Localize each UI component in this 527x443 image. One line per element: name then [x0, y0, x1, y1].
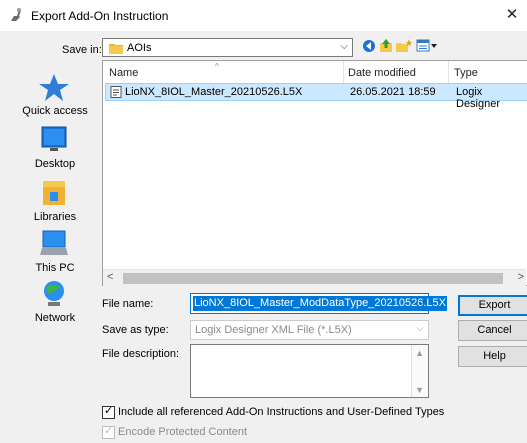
chevron-down-icon: ⌵: [416, 323, 424, 334]
sort-ascending-icon: ^: [215, 62, 219, 71]
chevron-down-icon: ⌵: [340, 41, 348, 52]
column-divider[interactable]: [448, 61, 449, 83]
file-name: LioNX_8IOL_Master_20210526.L5X: [125, 86, 303, 98]
scroll-left-icon[interactable]: <: [107, 271, 113, 283]
file-name-label: File name:: [102, 298, 154, 310]
save-as-type-label: Save as type:: [102, 324, 169, 336]
save-in-label: Save in:: [62, 44, 102, 56]
window-title: Export Add-On Instruction: [31, 9, 169, 23]
include-referenced-label[interactable]: Include all referenced Add-On Instructio…: [118, 406, 444, 418]
file-name-input[interactable]: LioNX_8IOL_Master_ModDataType_20210526.L…: [190, 293, 447, 314]
help-button[interactable]: Help: [458, 346, 527, 367]
export-button[interactable]: Export: [458, 295, 527, 316]
computer-icon: [40, 230, 68, 255]
desktop-icon: [41, 126, 67, 151]
scroll-down-icon[interactable]: ▼: [415, 385, 424, 395]
libraries-icon: [43, 181, 65, 205]
place-label: Libraries: [33, 211, 77, 223]
save-in-select[interactable]: AOIs ⌵: [102, 38, 353, 57]
file-description-label: File description:: [102, 348, 180, 360]
include-referenced-checkbox[interactable]: ✓: [102, 405, 115, 419]
column-type[interactable]: Type: [454, 67, 478, 79]
l5x-file-icon: [110, 86, 122, 98]
star-icon: [39, 74, 69, 101]
encode-protected-checkbox: ✓: [102, 425, 115, 439]
chevron-down-icon[interactable]: ⌵: [417, 297, 425, 308]
column-date-modified[interactable]: Date modified: [348, 67, 416, 79]
save-as-type-value: Logix Designer XML File (*.L5X): [195, 324, 352, 336]
save-in-value: AOIs: [127, 42, 152, 54]
file-date: 26.05.2021 18:59: [350, 86, 436, 98]
file-type: Logix Designer: [456, 86, 501, 110]
places-bar: Quick access Desktop Libraries This PC N…: [12, 66, 98, 406]
new-folder-icon[interactable]: [396, 39, 412, 53]
place-label: Desktop: [34, 158, 76, 170]
check-icon: ✓: [104, 405, 114, 417]
app-icon: [11, 8, 21, 21]
view-menu-icon[interactable]: [416, 39, 438, 53]
title-bar: Export Add-On Instruction ✕: [0, 0, 527, 31]
file-description-input[interactable]: ▲ ▼: [190, 344, 429, 398]
scroll-up-icon[interactable]: ▲: [415, 348, 424, 358]
save-as-type-select[interactable]: Logix Designer XML File (*.L5X) ⌵: [190, 320, 429, 340]
column-divider[interactable]: [343, 61, 344, 83]
folder-icon: [109, 44, 123, 54]
scroll-right-icon[interactable]: >: [518, 271, 524, 283]
close-button[interactable]: ✕: [501, 3, 523, 27]
place-label: Quick access: [22, 105, 88, 117]
place-label: This PC: [35, 262, 75, 274]
column-name[interactable]: Name: [109, 67, 138, 79]
check-icon: ✓: [104, 425, 114, 437]
cancel-button[interactable]: Cancel: [458, 320, 527, 341]
file-row[interactable]: LioNX_8IOL_Master_20210526.L5X 26.05.202…: [105, 83, 527, 110]
file-list[interactable]: Name ^ Date modified Type LioNX_8IOL_Mas…: [102, 60, 527, 287]
scroll-thumb[interactable]: [123, 273, 503, 284]
file-name-value: LioNX_8IOL_Master_ModDataType_20210526.L…: [193, 296, 447, 311]
up-folder-icon[interactable]: [379, 39, 393, 53]
back-icon[interactable]: [362, 39, 376, 53]
place-label: Network: [34, 312, 76, 324]
encode-protected-label: Encode Protected Content: [118, 426, 248, 438]
network-icon: [44, 281, 64, 306]
horizontal-scrollbar[interactable]: < >: [103, 269, 526, 287]
